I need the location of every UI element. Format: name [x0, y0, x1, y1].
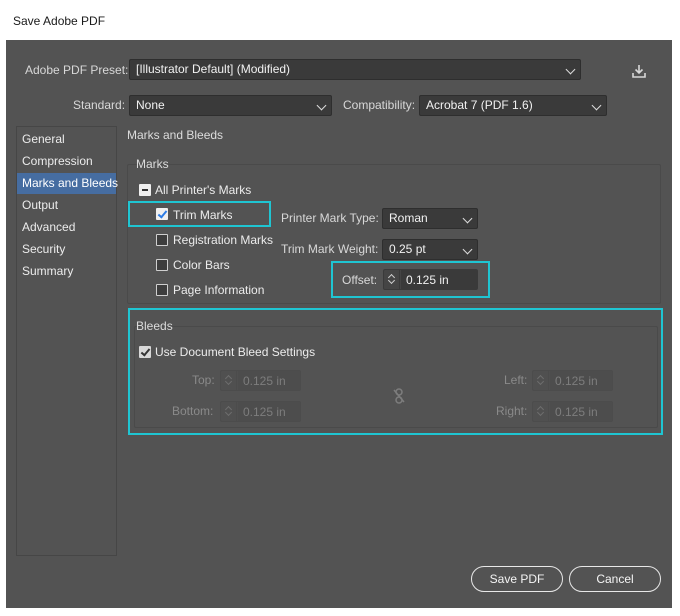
stepper-arrows-icon [221, 402, 237, 421]
category-sidebar: General Compression Marks and Bleeds Out… [16, 126, 118, 556]
bleed-right-label: Right: [496, 404, 528, 418]
bleed-bottom-value: 0.125 in [238, 402, 300, 421]
stepper-arrows-icon [533, 402, 549, 421]
marks-group-title: Marks [136, 157, 169, 171]
printer-mark-type-value: Roman [389, 211, 428, 225]
stepper-arrows-icon[interactable] [384, 270, 400, 289]
use-document-bleed-checkbox[interactable] [139, 346, 151, 358]
bleed-top-label: Top: [192, 373, 215, 387]
stepper-arrows-icon [533, 371, 549, 390]
sidebar-item-compression[interactable]: Compression [17, 151, 116, 172]
stepper-arrows-icon [221, 371, 237, 390]
sidebar-item-summary[interactable]: Summary [17, 261, 116, 282]
trim-mark-weight-label: Trim Mark Weight: [281, 242, 379, 256]
page-information-label: Page Information [173, 283, 265, 297]
compatibility-label: Compatibility: [343, 98, 416, 112]
preset-value: [Illustrator Default] (Modified) [136, 62, 291, 76]
compatibility-value: Acrobat 7 (PDF 1.6) [426, 98, 533, 112]
printer-mark-type-dropdown[interactable]: Roman [382, 208, 478, 229]
bleeds-group-title: Bleeds [136, 319, 173, 333]
sidebar-item-general[interactable]: General [17, 129, 116, 150]
title-bar: Save Adobe PDF [0, 0, 680, 40]
compatibility-dropdown[interactable]: Acrobat 7 (PDF 1.6) [419, 95, 607, 116]
offset-label: Offset: [342, 273, 378, 287]
preset-label: Adobe PDF Preset: [25, 63, 129, 77]
chevron-down-icon [462, 213, 473, 224]
save-pdf-dialog: Adobe PDF Preset: [Illustrator Default] … [6, 40, 672, 608]
bleed-right-value: 0.125 in [550, 402, 612, 421]
chevron-down-icon [565, 64, 576, 75]
trim-mark-weight-value: 0.25 pt [389, 242, 426, 256]
sidebar-item-advanced[interactable]: Advanced [17, 217, 116, 238]
save-pdf-button[interactable]: Save PDF [471, 566, 563, 592]
chevron-down-icon [316, 100, 327, 111]
sidebar-item-marks-and-bleeds[interactable]: Marks and Bleeds [17, 173, 118, 194]
all-printers-marks-label: All Printer's Marks [155, 183, 252, 197]
color-bars-label: Color Bars [173, 258, 230, 272]
bleed-top-value: 0.125 in [238, 371, 300, 390]
trim-mark-weight-dropdown[interactable]: 0.25 pt [382, 239, 478, 260]
link-broken-icon [393, 388, 405, 404]
bleed-left-value: 0.125 in [550, 371, 612, 390]
bleed-bottom-stepper: 0.125 in [220, 401, 301, 422]
use-document-bleed-label: Use Document Bleed Settings [155, 345, 316, 359]
registration-marks-label: Registration Marks [173, 233, 274, 247]
color-bars-checkbox[interactable] [156, 259, 168, 271]
bleed-left-stepper: 0.125 in [532, 370, 613, 391]
sidebar-item-security[interactable]: Security [17, 239, 116, 260]
trim-marks-checkbox[interactable] [156, 208, 168, 220]
standard-dropdown[interactable]: None [129, 95, 332, 116]
standard-value: None [136, 98, 165, 112]
sidebar-item-output[interactable]: Output [17, 195, 116, 216]
offset-value[interactable]: 0.125 in [401, 270, 477, 289]
trim-marks-label: Trim Marks [173, 208, 233, 222]
download-icon[interactable] [630, 62, 648, 80]
cancel-button[interactable]: Cancel [569, 566, 661, 592]
bleed-top-stepper: 0.125 in [220, 370, 301, 391]
bleed-left-label: Left: [504, 373, 528, 387]
preset-dropdown[interactable]: [Illustrator Default] (Modified) [129, 59, 581, 80]
chevron-down-icon [462, 244, 473, 255]
offset-stepper[interactable]: 0.125 in [383, 269, 478, 290]
all-printers-marks-checkbox[interactable] [139, 184, 151, 196]
bleed-right-stepper: 0.125 in [532, 401, 613, 422]
printer-mark-type-label: Printer Mark Type: [281, 211, 379, 225]
standard-label: Standard: [73, 98, 126, 112]
window-title: Save Adobe PDF [13, 14, 106, 28]
registration-marks-checkbox[interactable] [156, 234, 168, 246]
section-title: Marks and Bleeds [127, 128, 224, 142]
chevron-down-icon [591, 100, 602, 111]
bleed-bottom-label: Bottom: [172, 404, 214, 418]
page-information-checkbox[interactable] [156, 284, 168, 296]
